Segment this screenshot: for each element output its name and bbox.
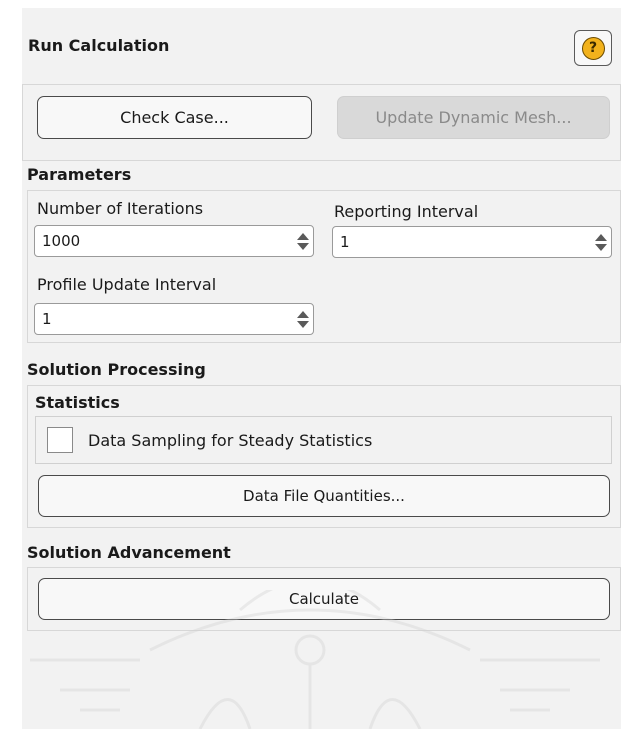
data-file-quantities-button[interactable]: Data File Quantities...: [38, 475, 610, 517]
data-sampling-checkbox[interactable]: [47, 427, 73, 453]
help-button[interactable]: ?: [574, 30, 612, 66]
iterations-label: Number of Iterations: [37, 199, 204, 218]
spin-down-icon[interactable]: [297, 320, 309, 328]
iterations-stepper[interactable]: [293, 226, 313, 256]
spin-down-icon[interactable]: [595, 243, 607, 251]
update-dynamic-mesh-button[interactable]: Update Dynamic Mesh...: [337, 96, 610, 139]
iterations-input[interactable]: 1000: [34, 225, 314, 257]
reporting-interval-stepper[interactable]: [591, 227, 611, 257]
reporting-interval-input[interactable]: 1: [332, 226, 612, 258]
spin-up-icon[interactable]: [595, 233, 607, 241]
reporting-interval-value: 1: [340, 233, 350, 251]
check-case-button[interactable]: Check Case...: [37, 96, 312, 139]
data-sampling-label[interactable]: Data Sampling for Steady Statistics: [88, 431, 372, 450]
profile-update-value: 1: [42, 310, 52, 328]
watermark-emblem: [30, 590, 600, 729]
spin-up-icon[interactable]: [297, 232, 309, 240]
solution-advancement-heading: Solution Advancement: [27, 543, 231, 562]
spin-down-icon[interactable]: [297, 242, 309, 250]
reporting-interval-label: Reporting Interval: [334, 202, 479, 221]
solution-processing-heading: Solution Processing: [27, 360, 206, 379]
statistics-heading: Statistics: [35, 393, 120, 412]
spin-up-icon[interactable]: [297, 310, 309, 318]
iterations-value: 1000: [42, 232, 81, 250]
profile-update-input[interactable]: 1: [34, 303, 314, 335]
question-mark-icon: ?: [581, 36, 605, 60]
profile-update-label: Profile Update Interval: [37, 275, 217, 294]
profile-update-stepper[interactable]: [293, 304, 313, 334]
panel-title: Run Calculation: [28, 36, 170, 55]
parameters-heading: Parameters: [27, 165, 132, 184]
